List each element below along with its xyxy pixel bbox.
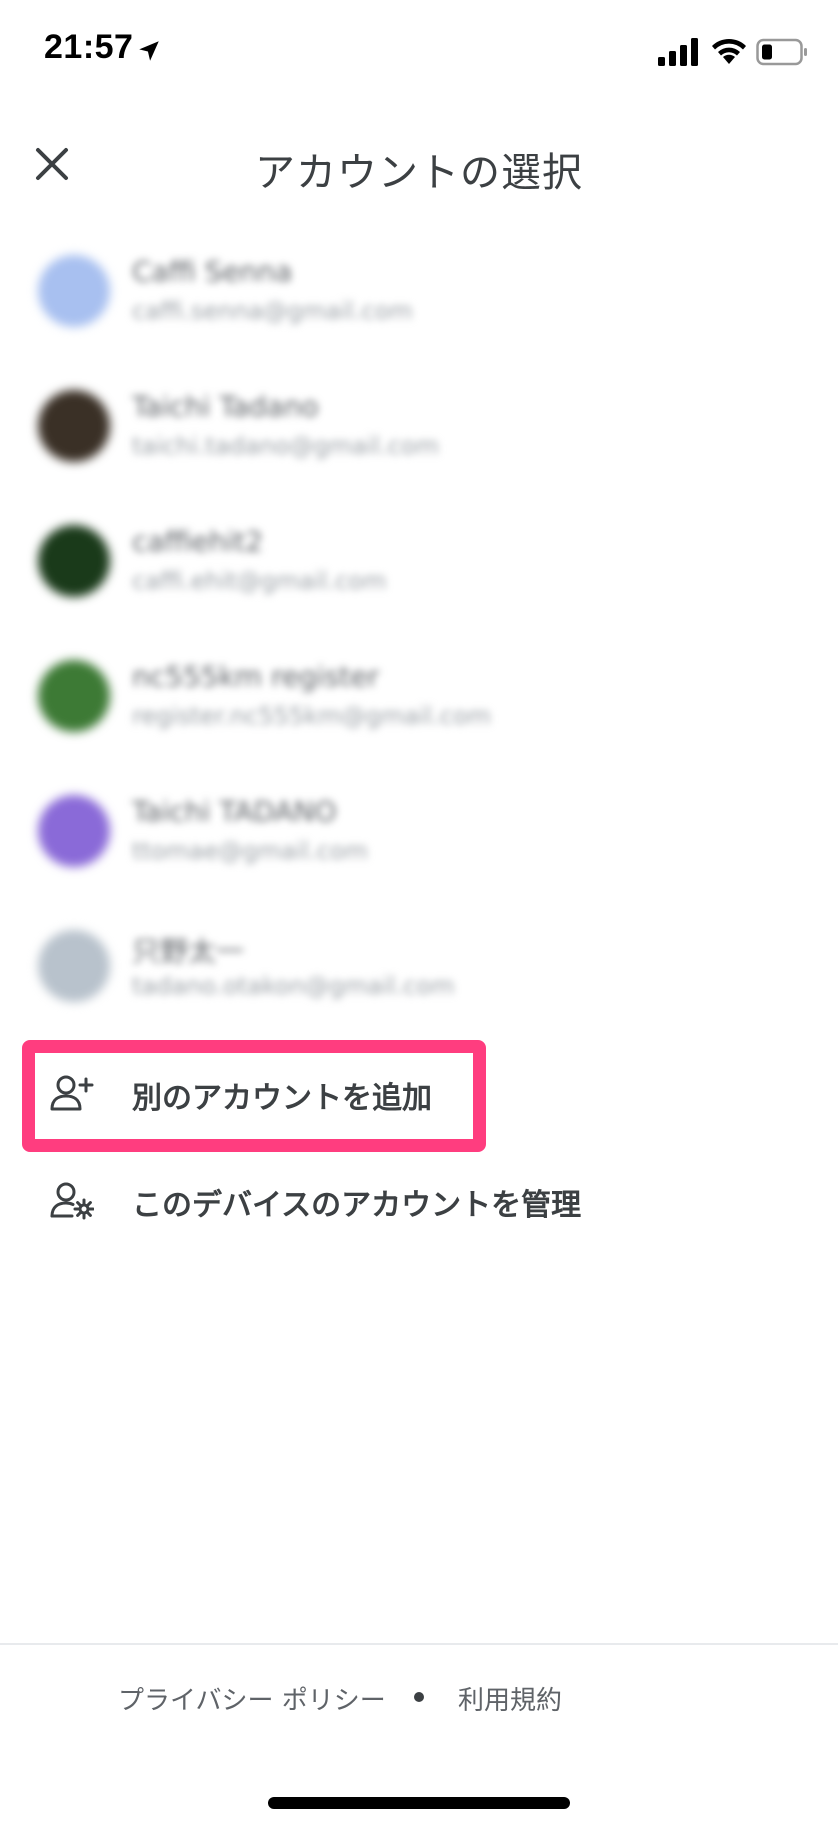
account-name: caffiehit2 bbox=[132, 525, 264, 558]
status-bar: 21:57 bbox=[0, 0, 838, 100]
account-email: register.nc555km@gmail.com bbox=[132, 702, 492, 730]
account-name: 只野太一 bbox=[132, 935, 245, 968]
account-item[interactable]: Taichi TADANO ttomae@gmail.com bbox=[0, 765, 838, 900]
status-time: 21:57 bbox=[44, 28, 134, 66]
privacy-policy-link[interactable]: プライバシー ポリシー bbox=[118, 1680, 386, 1717]
footer: プライバシー ポリシー 利用規約 bbox=[0, 1680, 838, 1720]
add-account-label: 別のアカウントを追加 bbox=[132, 1081, 432, 1116]
manage-accounts-label: このデバイスのアカウントを管理 bbox=[132, 1188, 582, 1223]
cellular-signal-icon bbox=[658, 38, 698, 66]
home-indicator[interactable] bbox=[268, 1797, 570, 1809]
manage-accounts-icon bbox=[50, 1182, 94, 1220]
account-item[interactable]: Caffi Senna caffi.senna@gmail.com bbox=[0, 225, 838, 360]
add-account-button[interactable]: 別のアカウントを追加 bbox=[0, 1043, 838, 1143]
terms-link[interactable]: 利用規約 bbox=[458, 1680, 562, 1717]
account-item[interactable]: Taichi Tadano taichi.tadano@gmail.com bbox=[0, 360, 838, 495]
footer-divider bbox=[0, 1643, 838, 1645]
account-list: Caffi Senna caffi.senna@gmail.com Taichi… bbox=[0, 225, 838, 1035]
avatar bbox=[38, 660, 110, 732]
battery-icon bbox=[756, 38, 807, 66]
account-name: Caffi Senna bbox=[132, 255, 293, 288]
account-email: ttomae@gmail.com bbox=[132, 837, 368, 865]
avatar bbox=[38, 255, 110, 327]
app-header: アカウントの選択 bbox=[0, 120, 838, 210]
avatar bbox=[38, 525, 110, 597]
person-add-icon bbox=[50, 1075, 94, 1111]
avatar bbox=[38, 390, 110, 462]
account-item[interactable]: caffiehit2 caffi.ehit@gmail.com bbox=[0, 495, 838, 630]
account-name: nc555km register bbox=[132, 660, 379, 693]
avatar bbox=[38, 795, 110, 867]
manage-accounts-button[interactable]: このデバイスのアカウントを管理 bbox=[0, 1150, 838, 1250]
account-item[interactable]: nc555km register register.nc555km@gmail.… bbox=[0, 630, 838, 765]
account-chooser-screen: 21:57 アカウントの選択 Caffi Senna caffi.senna@g… bbox=[0, 0, 838, 1828]
avatar bbox=[38, 930, 110, 1002]
account-name: Taichi TADANO bbox=[132, 795, 337, 828]
account-email: taichi.tadano@gmail.com bbox=[132, 432, 439, 460]
account-item[interactable]: 只野太一 tadano.otakon@gmail.com bbox=[0, 900, 838, 1035]
separator-dot bbox=[414, 1692, 424, 1702]
account-email: tadano.otakon@gmail.com bbox=[132, 972, 455, 1000]
account-email: caffi.senna@gmail.com bbox=[132, 297, 413, 325]
account-name: Taichi Tadano bbox=[132, 390, 319, 423]
page-title: アカウントの選択 bbox=[255, 150, 583, 196]
wifi-icon bbox=[712, 38, 746, 64]
location-arrow-icon bbox=[139, 41, 159, 61]
account-email: caffi.ehit@gmail.com bbox=[132, 567, 387, 595]
